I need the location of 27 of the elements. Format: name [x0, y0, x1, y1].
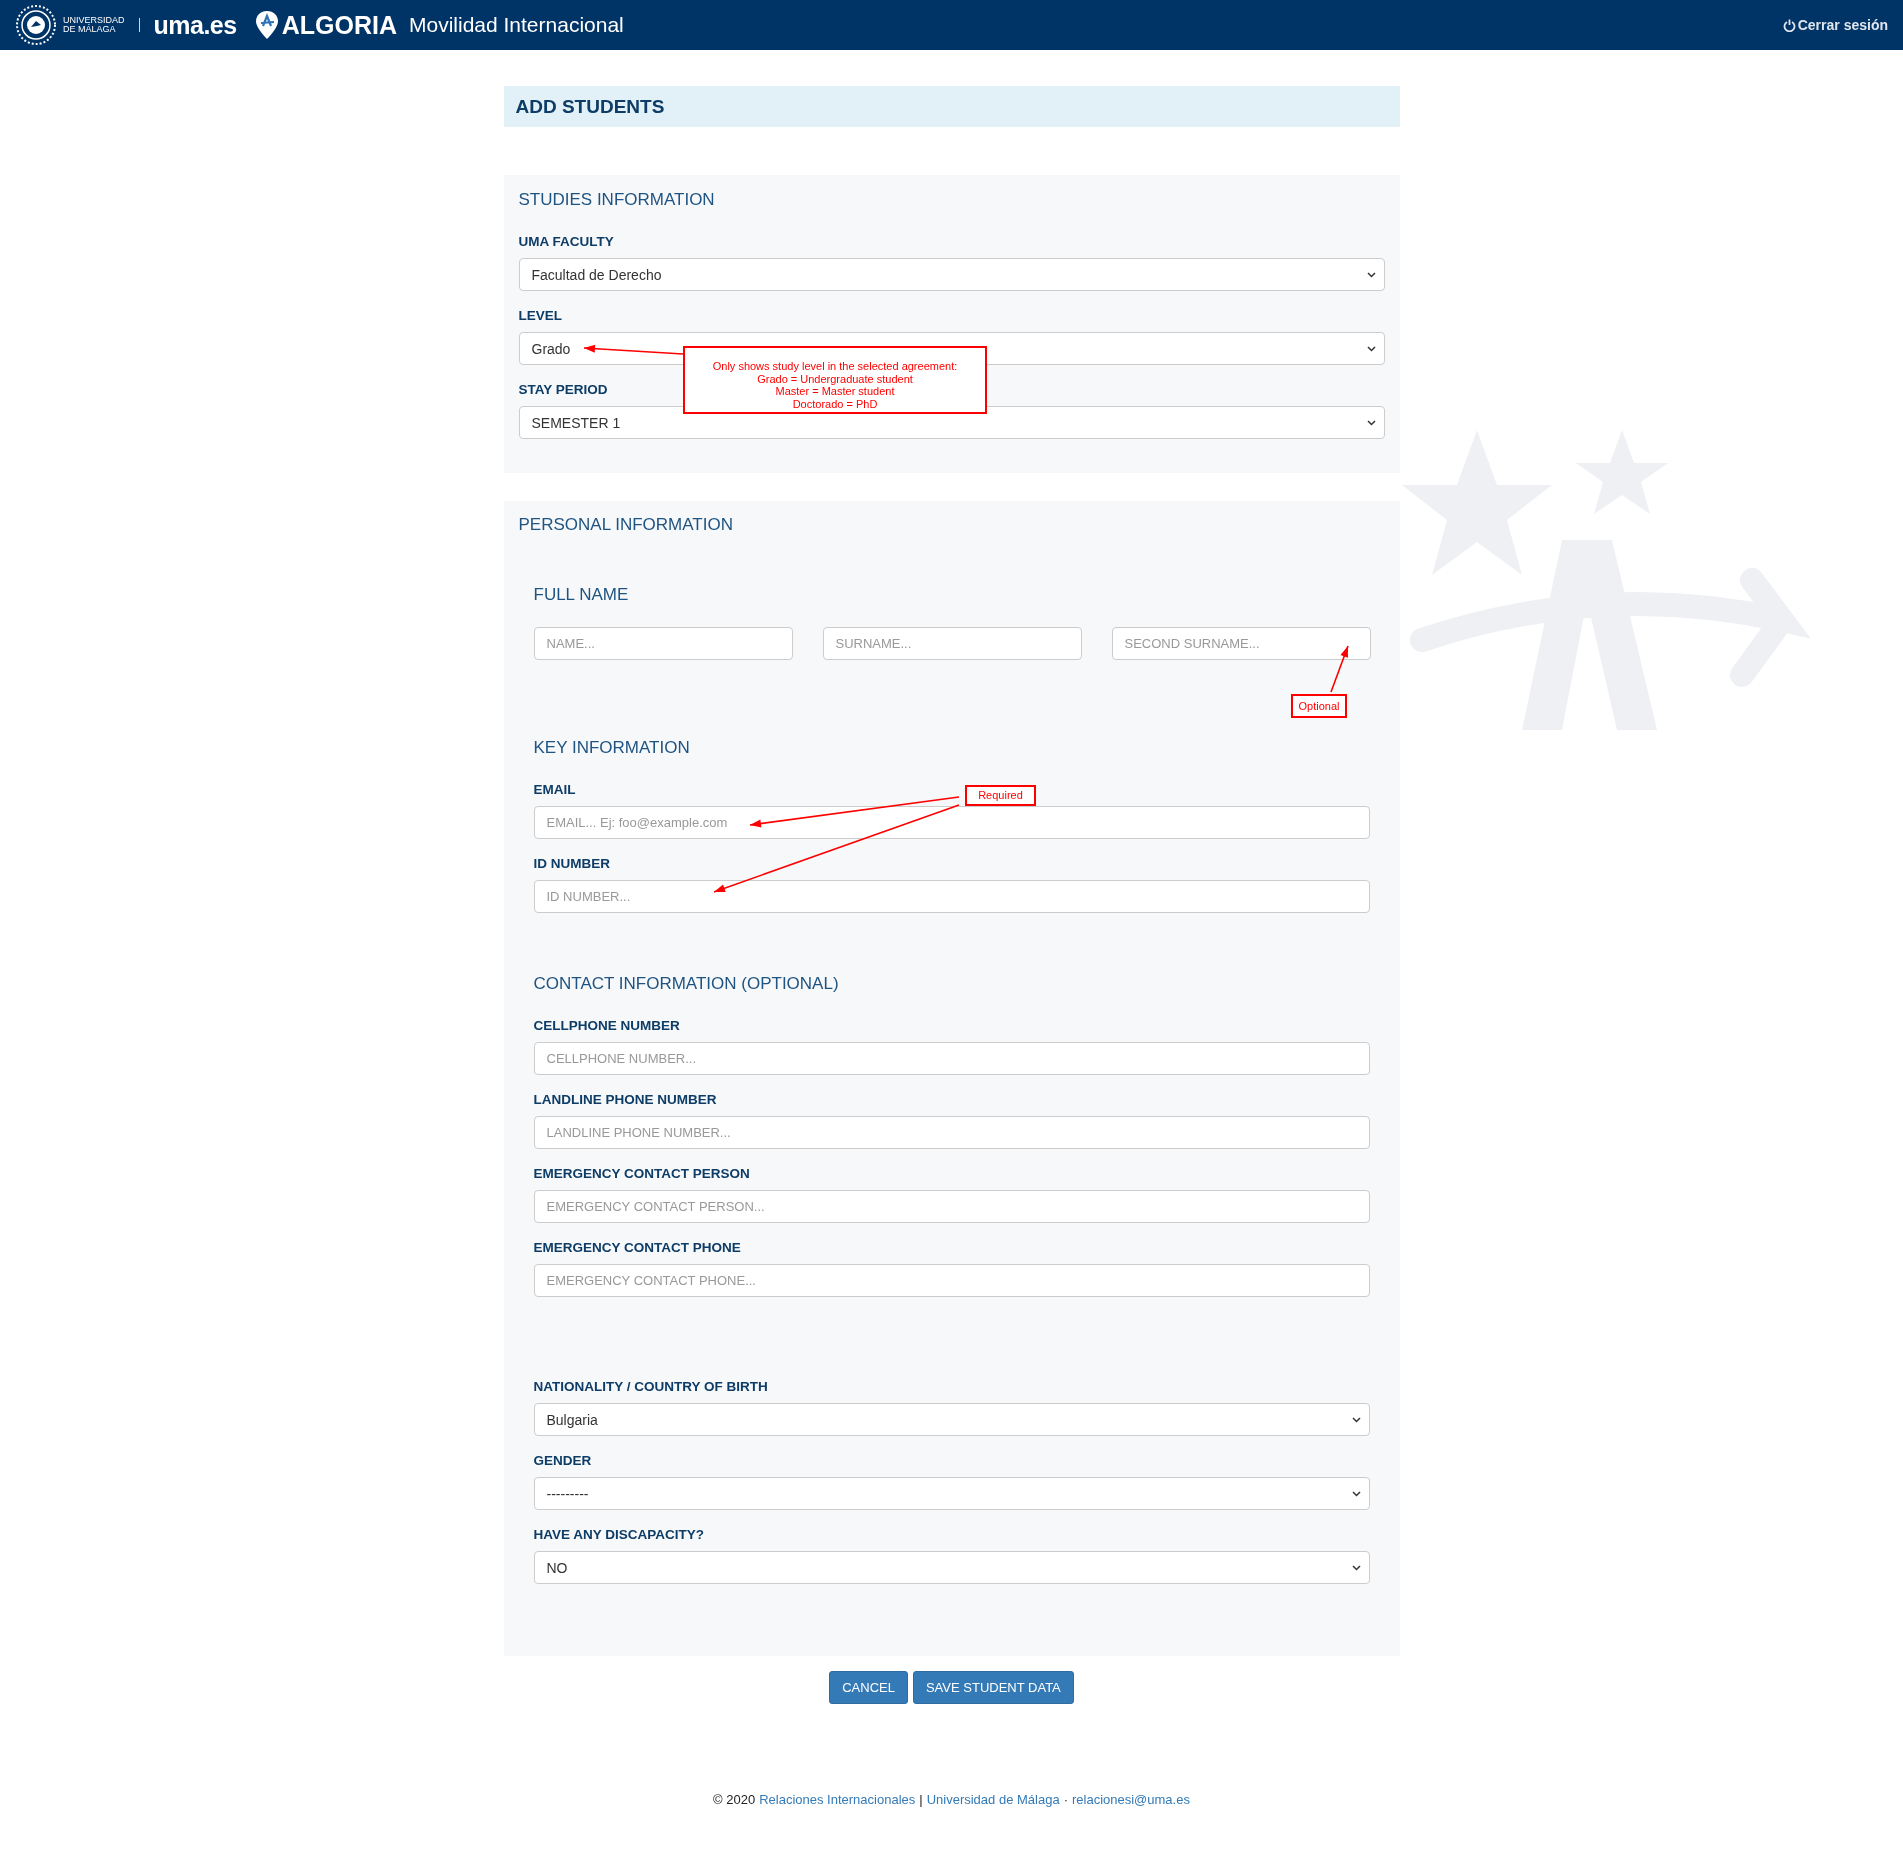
section-heading: PERSONAL INFORMATION	[518, 515, 734, 535]
subsection-heading: FULL NAME	[533, 585, 630, 605]
footer-text: |	[919, 1792, 923, 1807]
subsection-heading: CONTACT INFORMATION (OPTIONAL)	[533, 974, 840, 994]
field-label: ID NUMBER	[533, 856, 610, 872]
field-label: EMERGENCY CONTACT PERSON	[533, 1166, 750, 1182]
field-label: UMA FACULTY	[518, 234, 614, 250]
field-label: GENDER	[533, 1453, 592, 1469]
section-heading: STUDIES INFORMATION	[518, 190, 716, 210]
field-label: STAY PERIOD	[518, 382, 608, 398]
field-label: NATIONALITY / COUNTRY OF BIRTH	[533, 1379, 768, 1395]
field-label: LANDLINE PHONE NUMBER	[533, 1092, 717, 1108]
subsection-heading: KEY INFORMATION	[533, 738, 691, 758]
field-label: LEVEL	[518, 308, 562, 324]
university-name: UNIVERSIDAD DE MÁLAGA	[63, 16, 125, 34]
field-label: HAVE ANY DISCAPACITY?	[533, 1527, 705, 1543]
annotation-tooltip: Required	[965, 785, 1036, 806]
app-title: Movilidad Internacional	[408, 13, 624, 37]
field-label: EMAIL	[533, 782, 576, 798]
field-label: EMERGENCY CONTACT PHONE	[533, 1240, 741, 1256]
annotation-tooltip: Only shows study level in the selected agreement: Grado = Undergraduate student Master = Master student Doctorado = PhD	[683, 346, 987, 414]
field-label: CELLPHONE NUMBER	[533, 1018, 680, 1034]
brand-name: ALGORIA	[281, 10, 397, 40]
annotation-tooltip: Optional	[1291, 694, 1347, 718]
footer-text: © 2020	[713, 1792, 756, 1807]
footer-text: ·	[1063, 1792, 1068, 1807]
page-title: ADD STUDENTS	[503, 86, 1400, 127]
